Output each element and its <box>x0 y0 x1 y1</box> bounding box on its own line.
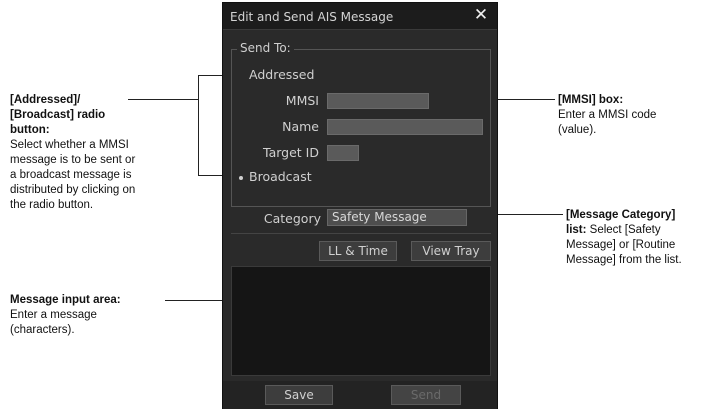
radio-callout-leader <box>128 99 198 100</box>
message-area-callout-body-1: Enter a message <box>10 309 97 321</box>
name-label: Name <box>282 119 319 134</box>
save-button[interactable]: Save <box>265 385 333 405</box>
edit-send-ais-dialog: Edit and Send AIS Message ✕ Send To: Add… <box>222 2 498 409</box>
dialog-titlebar[interactable]: Edit and Send AIS Message ✕ <box>223 3 497 30</box>
addressed-radio[interactable]: Addressed <box>249 67 314 82</box>
view-tray-button[interactable]: View Tray <box>411 241 491 261</box>
category-callout-title-2: list: <box>566 224 587 236</box>
name-input[interactable] <box>327 119 483 135</box>
message-area-callout-body-2: (characters). <box>10 324 75 336</box>
mmsi-input[interactable] <box>327 93 429 109</box>
category-label: Category <box>263 211 321 226</box>
category-callout-body-1: Message] or [Routine <box>566 239 676 251</box>
dialog-divider <box>231 233 491 234</box>
category-callout-title-2-rest: Select [Safety <box>586 224 661 236</box>
category-callout: [Message Category] list: Select [Safety … <box>566 208 716 268</box>
send-button[interactable]: Send <box>391 385 461 405</box>
close-icon[interactable]: ✕ <box>471 5 491 25</box>
radio-callout-body-1: Select whether a MMSI <box>10 139 129 151</box>
target-id-input[interactable] <box>327 145 359 161</box>
mmsi-callout: [MMSI] box: Enter a MMSI code (value). <box>558 93 708 138</box>
radio-callout-title-3: button: <box>10 124 50 136</box>
radio-callout-body-5: the radio button. <box>10 199 94 211</box>
message-input-area[interactable] <box>231 266 491 376</box>
message-area-callout-title: Message input area: <box>10 294 121 306</box>
mmsi-callout-body-2: (value). <box>558 124 597 136</box>
radio-callout: [Addressed]/ [Broadcast] radio button: S… <box>10 93 190 213</box>
category-select[interactable]: Safety Message <box>327 209 467 226</box>
broadcast-radio-selected-dot <box>239 176 243 180</box>
target-id-label: Target ID <box>263 145 319 160</box>
radio-callout-body-3: a broadcast message is <box>10 169 132 181</box>
radio-callout-body-4: distributed by clicking on <box>10 184 136 196</box>
ll-time-button[interactable]: LL & Time <box>319 241 397 261</box>
mmsi-label: MMSI <box>285 93 319 108</box>
broadcast-radio[interactable]: Broadcast <box>249 169 312 184</box>
radio-callout-body-2: message is to be sent or <box>10 154 136 166</box>
send-to-legend: Send To: <box>237 41 294 55</box>
category-callout-body-2: Message] from the list. <box>566 254 682 266</box>
mmsi-callout-body-1: Enter a MMSI code <box>558 109 657 121</box>
message-area-callout: Message input area: Enter a message (cha… <box>10 293 190 338</box>
radio-callout-title-2: [Broadcast] radio <box>10 109 106 121</box>
category-select-value: Safety Message <box>332 210 427 224</box>
radio-callout-bracket <box>198 75 199 175</box>
mmsi-callout-title: [MMSI] box: <box>558 94 624 106</box>
dialog-title: Edit and Send AIS Message <box>230 10 394 24</box>
radio-callout-title-1: [Addressed]/ <box>10 94 81 106</box>
category-callout-title-1: [Message Category] <box>566 209 676 221</box>
